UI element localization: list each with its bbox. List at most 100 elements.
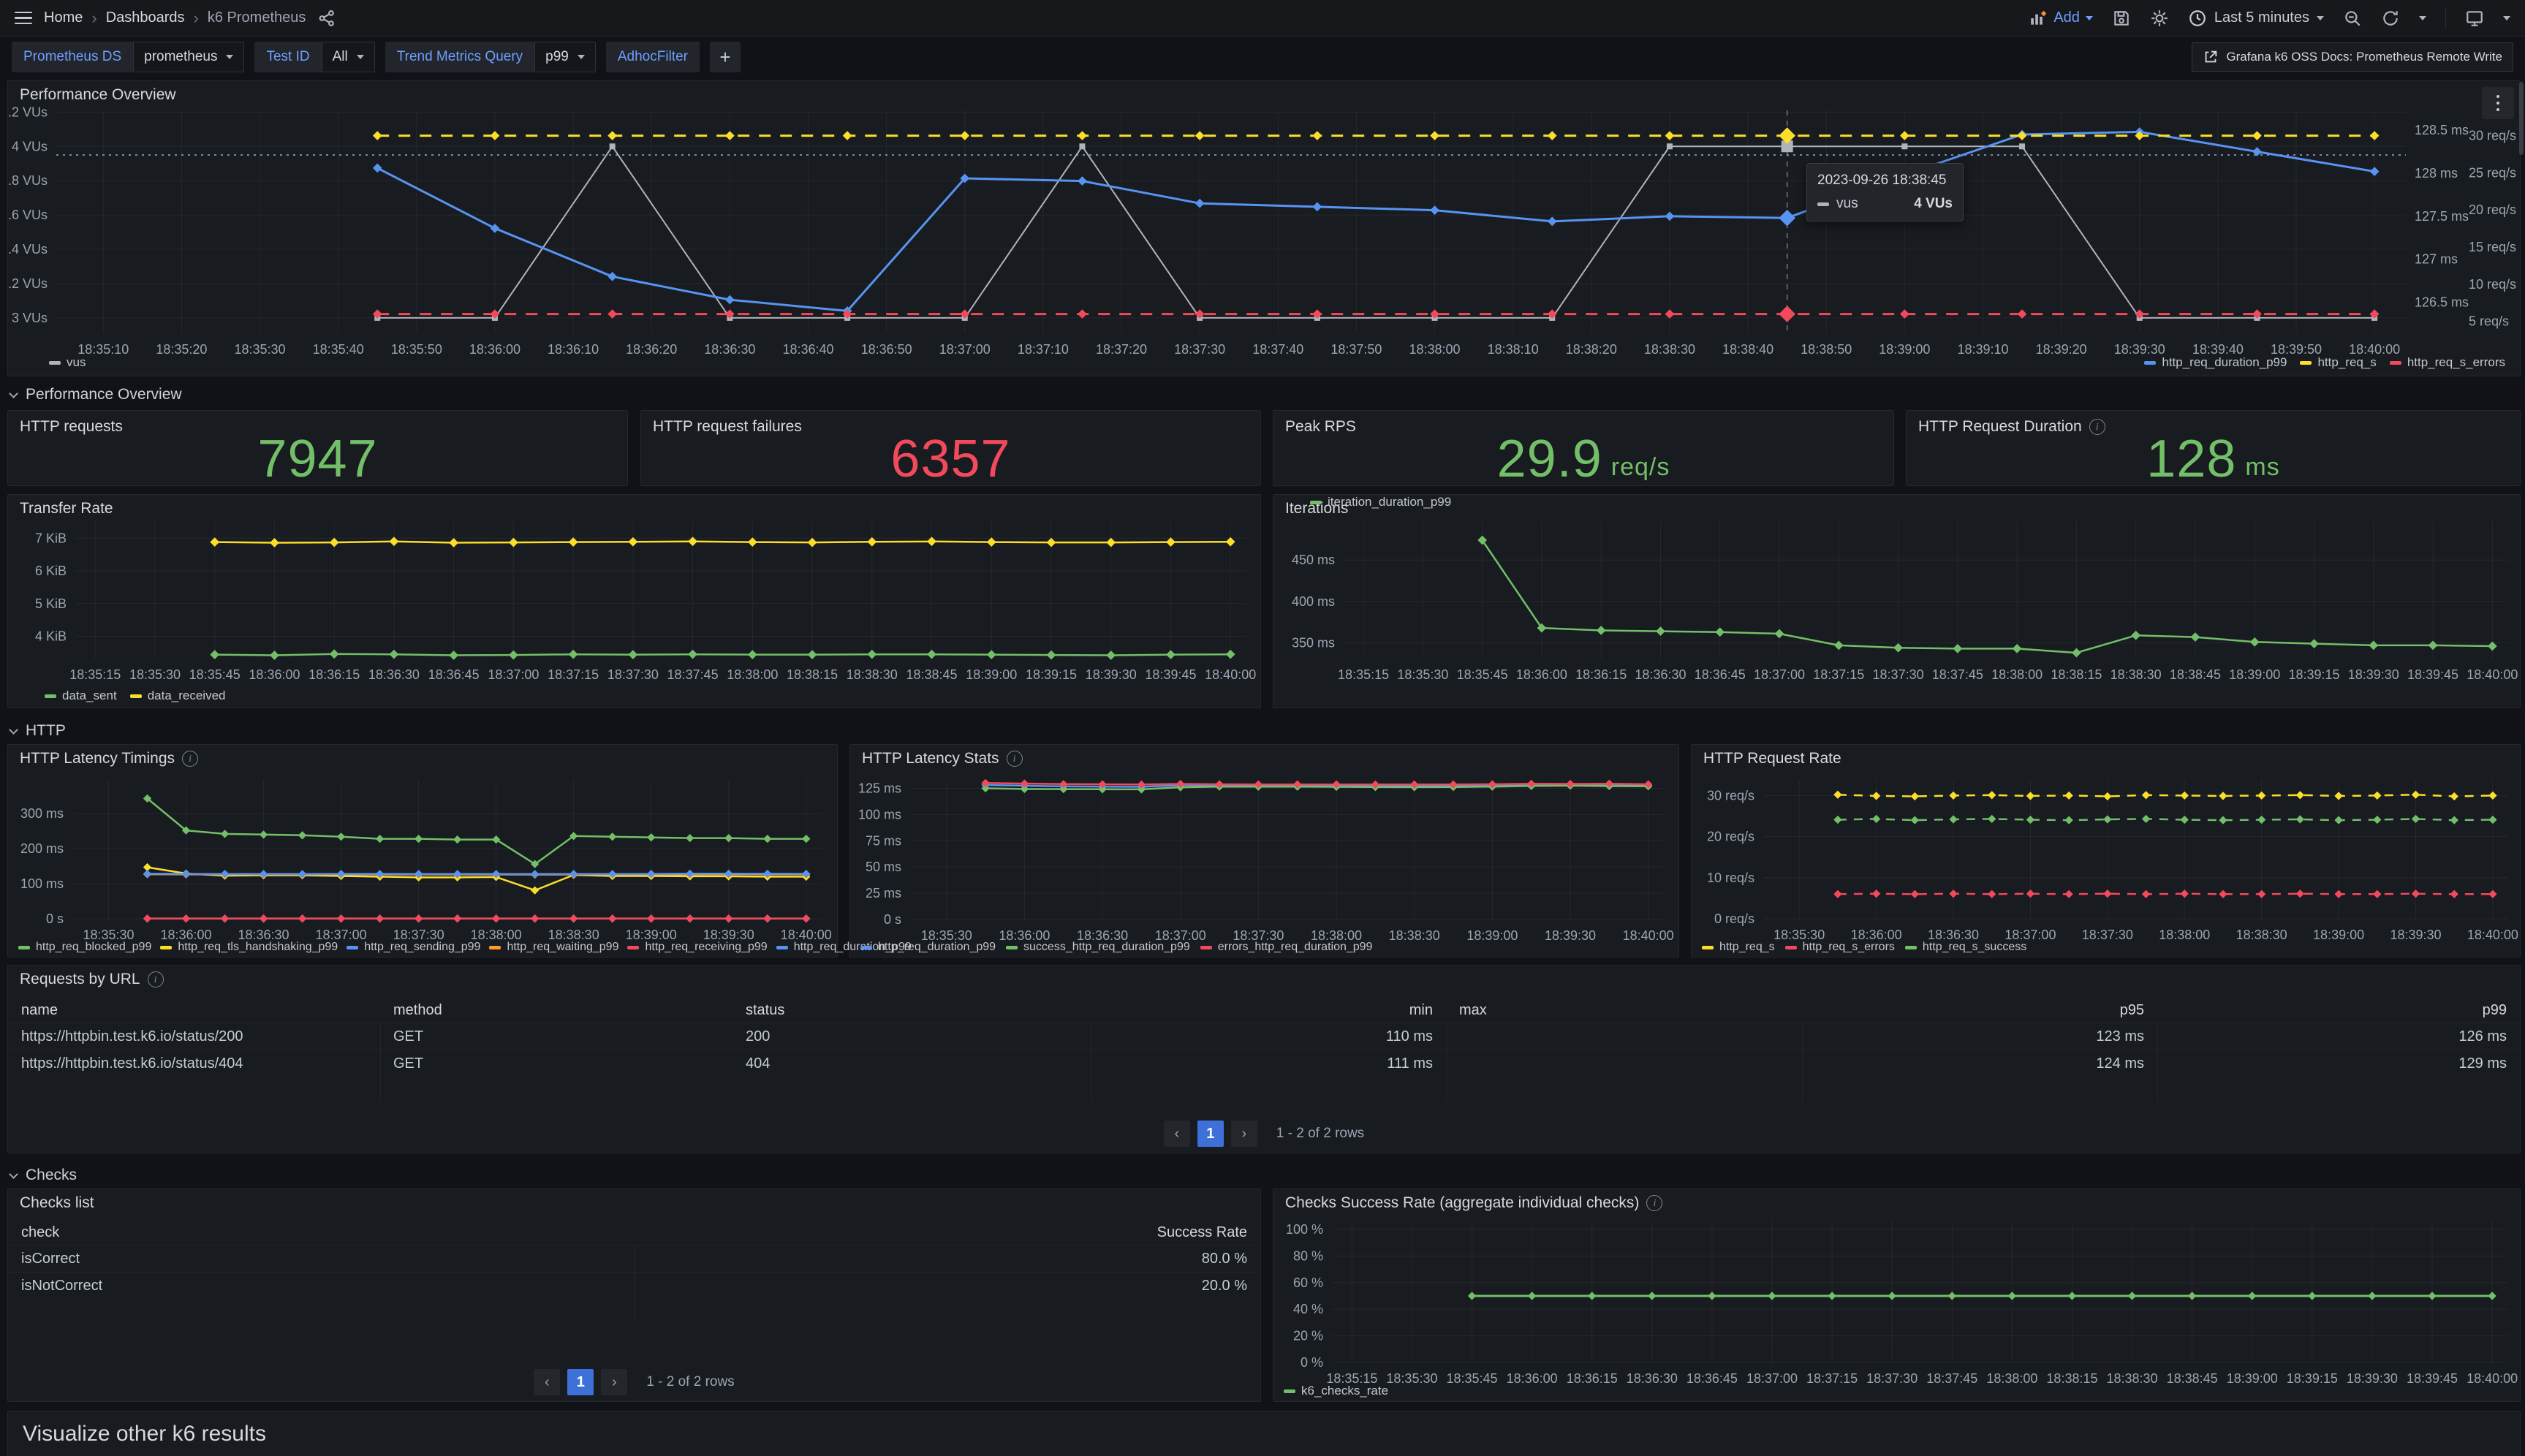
var-value-dropdown[interactable]: prometheus [133,42,244,72]
svg-text:18:37:00: 18:37:00 [488,667,539,682]
settings-gear-icon[interactable] [2150,9,2169,28]
var-test-id: Test ID All [254,42,374,72]
legend-item-vus[interactable]: vus [49,355,86,370]
legend-item-http_req_s[interactable]: http_req_s [1702,941,1775,954]
svg-text:3.2 VUs: 3.2 VUs [8,276,48,291]
row-header-performance-overview[interactable]: Performance Overview [10,383,182,406]
legend-item-iteration_duration_p99[interactable]: iteration_duration_p99 [1310,495,1451,509]
save-dashboard-icon[interactable] [2112,9,2131,28]
performance-overview-chart[interactable]: 18:35:1018:35:2018:35:3018:35:4018:35:50… [8,81,2520,376]
checks-success-rate-chart[interactable]: 18:35:1518:35:3018:35:4518:36:0018:36:15… [1273,1189,2520,1401]
zoom-out-icon[interactable] [2343,9,2362,28]
panel-title[interactable]: Checks list [20,1194,94,1212]
breadcrumb-dashboards[interactable]: Dashboards [106,10,185,26]
time-range-picker[interactable]: Last 5 minutes [2188,9,2324,28]
svg-text:3.6 VUs: 3.6 VUs [8,208,48,222]
add-panel-button[interactable]: Add [2029,9,2093,28]
var-label[interactable]: Prometheus DS [12,42,133,72]
info-icon[interactable] [148,971,164,987]
transfer-rate-chart[interactable]: 18:35:1518:35:3018:35:4518:36:0018:36:15… [8,495,1260,708]
refresh-icon[interactable] [2381,9,2400,28]
row-header-http[interactable]: HTTP [10,719,66,743]
svg-text:18:39:30: 18:39:30 [2114,342,2165,357]
column-header: max [1446,998,1802,1023]
chart-tooltip: 2023-09-26 18:38:45 vus 4 VUs [1806,163,1964,221]
menu-icon[interactable] [15,12,32,25]
pagination-next-button[interactable]: › [1231,1121,1257,1147]
var-value-dropdown[interactable]: p99 [534,42,596,72]
legend-item-http_req_duration_p99[interactable]: http_req_duration_p99 [2144,355,2287,370]
legend-item-success_http_req_duration_p99[interactable]: success_http_req_duration_p99 [1006,941,1190,954]
kiosk-monitor-icon[interactable] [2465,9,2484,28]
svg-text:18:37:30: 18:37:30 [1866,1371,1918,1386]
http-latency-stats-chart[interactable]: 18:35:3018:36:0018:36:3018:37:0018:37:30… [850,745,1678,957]
http-latency-timings-chart[interactable]: 18:35:3018:36:0018:36:3018:37:0018:37:30… [8,745,837,957]
panel-title[interactable]: Checks Success Rate (aggregate individua… [1285,1194,1639,1212]
legend-item-http_req_s[interactable]: http_req_s [2300,355,2376,370]
legend-item-http_req_s_errors[interactable]: http_req_s_errors [1785,941,1895,954]
legend-swatch [2300,361,2312,365]
svg-text:18:39:00: 18:39:00 [626,928,677,942]
add-filter-button[interactable]: + [710,42,741,72]
svg-text:25 req/s: 25 req/s [2469,165,2516,180]
chevron-down-icon [9,725,18,735]
legend-item-http_req_sending_p99[interactable]: http_req_sending_p99 [347,941,480,954]
svg-text:4 KiB: 4 KiB [35,629,67,644]
panel-title[interactable]: Requests by URL [20,971,140,988]
legend-item-data_sent[interactable]: data_sent [45,689,117,703]
legend-item-http_req_tls_handshaking_p99[interactable]: http_req_tls_handshaking_p99 [160,941,338,954]
legend-item-errors_http_req_duration_p99[interactable]: errors_http_req_duration_p99 [1200,941,1373,954]
panel-title[interactable]: Transfer Rate [20,500,113,517]
var-label[interactable]: Test ID [254,42,321,72]
legend-item-http_req_s_success[interactable]: http_req_s_success [1905,941,2026,954]
toolbar-more-caret-icon[interactable] [2503,16,2510,20]
legend-item-k6_checks_rate[interactable]: k6_checks_rate [1284,1384,1388,1398]
pagination-prev-button[interactable]: ‹ [1164,1121,1190,1147]
legend-item-http_req_duration_p99[interactable]: http_req_duration_p99 [860,941,996,954]
chevron-down-icon [578,55,585,59]
var-value-dropdown[interactable]: All [322,42,375,72]
legend-item-data_received[interactable]: data_received [130,689,226,703]
svg-text:18:38:30: 18:38:30 [548,928,599,942]
svg-text:18:37:30: 18:37:30 [393,928,444,942]
svg-text:18:39:00: 18:39:00 [2227,1371,2278,1386]
panel-title[interactable]: HTTP Latency Stats [862,750,999,767]
pagination-page-button[interactable]: 1 [567,1369,594,1395]
pagination-page-button[interactable]: 1 [1197,1121,1224,1147]
panel-title[interactable]: HTTP Request Rate [1703,750,1841,767]
panel-title[interactable]: HTTP Latency Timings [20,750,175,767]
breadcrumb-home[interactable]: Home [44,10,83,26]
share-icon[interactable] [317,9,336,28]
panel-performance-overview: Performance Overview 18:35:1018:35:2018:… [7,80,2521,376]
http-request-rate-chart[interactable]: 18:35:3018:36:0018:36:3018:37:0018:37:30… [1692,745,2520,957]
legend-item-http_req_s_errors[interactable]: http_req_s_errors [2390,355,2505,370]
svg-text:18:37:10: 18:37:10 [1018,342,1069,357]
pagination-next-button[interactable]: › [601,1369,627,1395]
stat-panel-http-request-failures: HTTP request failures 6357 [640,410,1261,486]
info-icon[interactable] [1007,751,1023,767]
refresh-interval-caret-icon[interactable] [2419,16,2426,20]
info-icon[interactable] [1646,1195,1662,1211]
legend-label: data_sent [62,689,117,703]
docs-link[interactable]: Grafana k6 OSS Docs: Prometheus Remote W… [2192,42,2513,72]
legend-item-http_req_receiving_p99[interactable]: http_req_receiving_p99 [627,941,767,954]
row-header-checks[interactable]: Checks [10,1164,77,1187]
pagination-prev-button[interactable]: ‹ [534,1369,560,1395]
breadcrumb-separator-icon: › [194,9,199,28]
chevron-down-icon [226,55,233,59]
legend-item-http_req_waiting_p99[interactable]: http_req_waiting_p99 [489,941,618,954]
panel-menu-icon[interactable] [2482,87,2514,119]
table-cell: 80.0 % [635,1245,1260,1272]
info-icon[interactable] [182,751,198,767]
svg-text:18:37:45: 18:37:45 [1926,1371,1977,1386]
var-label[interactable]: Trend Metrics Query [385,42,534,72]
toolbar-divider [2445,8,2446,29]
adhoc-filter-label[interactable]: AdhocFilter [606,42,700,72]
table-cell: isCorrect [8,1245,635,1272]
chart-legend: iteration_duration_p99 [1310,495,1451,509]
panel-title[interactable]: Performance Overview [20,86,176,104]
legend-item-http_req_blocked_p99[interactable]: http_req_blocked_p99 [18,941,151,954]
svg-text:18:35:40: 18:35:40 [313,342,364,357]
svg-text:200 ms: 200 ms [20,841,64,856]
iterations-chart[interactable]: 18:35:1518:35:3018:35:4518:36:0018:36:15… [1273,495,2520,708]
